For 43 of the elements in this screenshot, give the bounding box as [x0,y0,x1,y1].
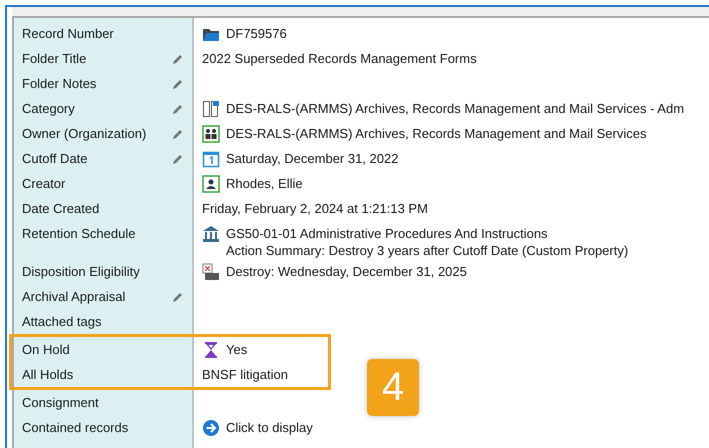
field-label: Archival Appraisal [22,289,126,304]
step-number-badge: 4 [367,359,419,416]
field-value: Destroy: Wednesday, December 31, 2025 [226,263,467,280]
field-label: Folder Title [22,51,86,66]
disposition-icon [202,263,220,281]
field-value: 2022 Superseded Records Management Forms [202,50,477,67]
pencil-icon[interactable] [172,290,184,302]
field-label: Category [22,101,75,116]
pencil-icon[interactable] [172,102,184,114]
field-value: Action Summary: Destroy 3 years after Cutoff Date (Custom Property) [226,242,628,259]
display-link[interactable]: Click to display [226,419,313,436]
field-label: Creator [22,176,66,191]
field-value: Yes [226,341,248,358]
field-label: On Hold [22,342,70,357]
field-value: DF759576 [226,25,287,42]
pencil-icon[interactable] [172,78,184,90]
field-value: Friday, February 2, 2024 at 1:21:13 PM [202,200,428,217]
calendar-icon [202,150,220,168]
field-label: Cutoff Date [22,151,88,166]
field-label: Retention Schedule [22,226,136,241]
field-label: Attached tags [22,314,102,329]
cabinet-icon [202,100,220,118]
field-value: DES-RALS-(ARMMS) Archives, Records Management and Mail Services - Adm [226,100,684,117]
field-label: Contained records [22,420,128,435]
field-label: Date Created [22,201,100,216]
field-label: All Holds [22,367,74,382]
field-label: Folder Notes [22,76,96,91]
field-value: BNSF litigation [202,366,288,383]
field-value: GS50-01-01 Administrative Procedures And Instructions [226,225,549,242]
pencil-icon[interactable] [172,128,184,140]
field-label: Record Number [22,26,114,41]
field-value: Saturday, December 31, 2022 [226,150,398,167]
pencil-icon[interactable] [172,152,184,164]
building-icon [202,225,220,243]
person-icon [202,175,220,193]
field-label: Owner (Organization) [22,126,146,141]
field-label: Disposition Eligibility [22,264,140,279]
people-icon [202,125,220,143]
field-value: Rhodes, Ellie [226,175,303,192]
hourglass-icon [202,341,220,359]
pencil-icon[interactable] [172,52,184,64]
field-label: Consignment [22,395,99,410]
field-value: DES-RALS-(ARMMS) Archives, Records Management and Mail Services [226,125,646,142]
